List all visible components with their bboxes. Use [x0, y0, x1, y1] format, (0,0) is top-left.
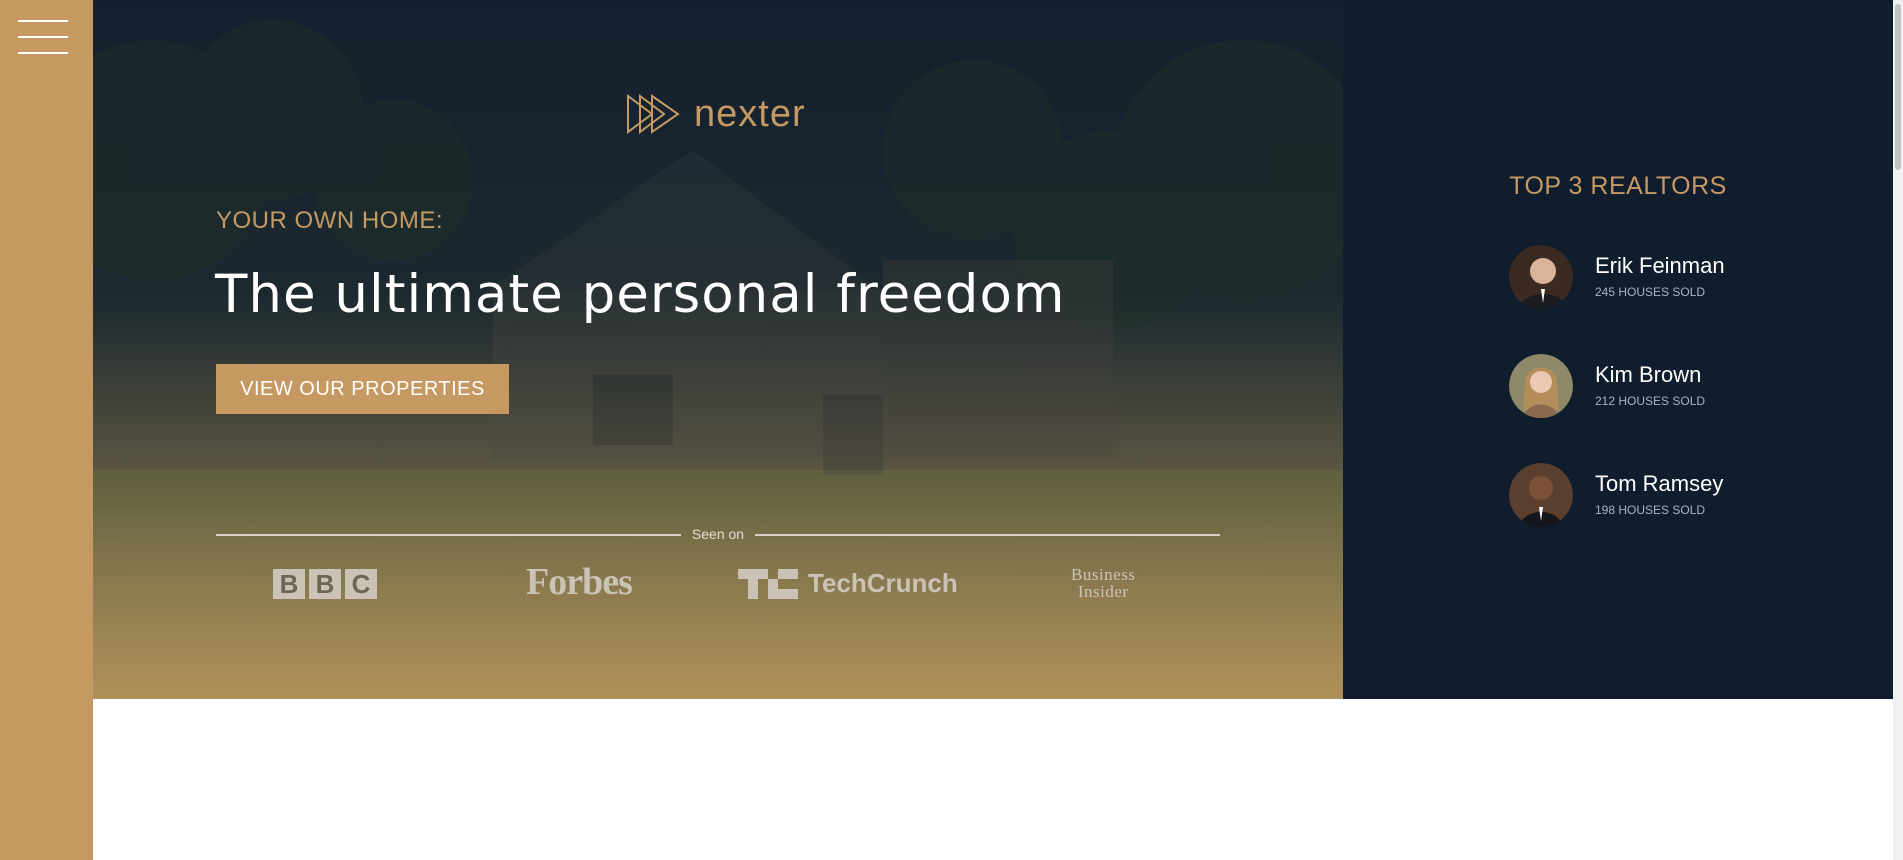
bbc-letter: B: [309, 569, 341, 599]
hamburger-line: [18, 52, 68, 54]
business-insider-logo: Business Insider: [1071, 566, 1135, 600]
realtor-sold-count: 198 HOUSES SOLD: [1595, 503, 1706, 517]
realtor-item[interactable]: Erik Feinman 245 HOUSES SOLD: [1509, 245, 1809, 311]
realtor-item[interactable]: Tom Ramsey 198 HOUSES SOLD: [1509, 463, 1809, 529]
divider-line: [216, 534, 681, 536]
divider-line: [755, 534, 1220, 536]
bbc-logo: B B C: [273, 569, 377, 599]
business-insider-line: Insider: [1077, 582, 1129, 601]
hamburger-line: [18, 20, 68, 22]
bbc-letter: C: [345, 569, 377, 599]
view-properties-button[interactable]: VIEW OUR PROPERTIES: [216, 364, 509, 414]
sidebar: [0, 0, 93, 860]
logo-triangles-icon: [627, 94, 680, 134]
logo-text: nexter: [694, 92, 806, 135]
seen-on-divider: Seen on: [216, 526, 1220, 544]
hero-heading: The ultimate personal freedom: [215, 264, 1066, 325]
techcrunch-text: TechCrunch: [808, 568, 958, 598]
forbes-logo: Forbes: [526, 561, 633, 603]
top-realtors-panel: TOP 3 REALTORS Erik Feinman 245 HOUSES S…: [1343, 0, 1893, 699]
techcrunch-mark-icon: [738, 568, 798, 599]
nexter-logo[interactable]: nexter: [626, 88, 826, 140]
hero-subtitle: YOUR OWN HOME:: [216, 207, 443, 234]
realtors-title: TOP 3 REALTORS: [1509, 172, 1727, 200]
hero-section: nexter YOUR OWN HOME: The ultimate perso…: [93, 0, 1343, 699]
realtor-sold-count: 245 HOUSES SOLD: [1595, 285, 1706, 299]
techcrunch-logo: TechCrunch: [738, 568, 958, 599]
hamburger-line: [18, 36, 68, 38]
bbc-letter: B: [273, 569, 305, 599]
scrollbar-thumb[interactable]: [1895, 4, 1901, 170]
avatar: [1509, 463, 1573, 527]
realtor-item[interactable]: Kim Brown 212 HOUSES SOLD: [1509, 354, 1809, 420]
realtor-name: Tom Ramsey: [1595, 471, 1724, 496]
realtor-name: Kim Brown: [1595, 362, 1702, 387]
hamburger-menu-button[interactable]: [18, 20, 68, 56]
avatar: [1509, 354, 1573, 418]
realtor-sold-count: 212 HOUSES SOLD: [1595, 394, 1706, 408]
business-insider-line: Business: [1071, 565, 1136, 584]
seen-on-label: Seen on: [691, 526, 745, 542]
realtor-name: Erik Feinman: [1595, 253, 1725, 278]
avatar: [1509, 245, 1573, 309]
